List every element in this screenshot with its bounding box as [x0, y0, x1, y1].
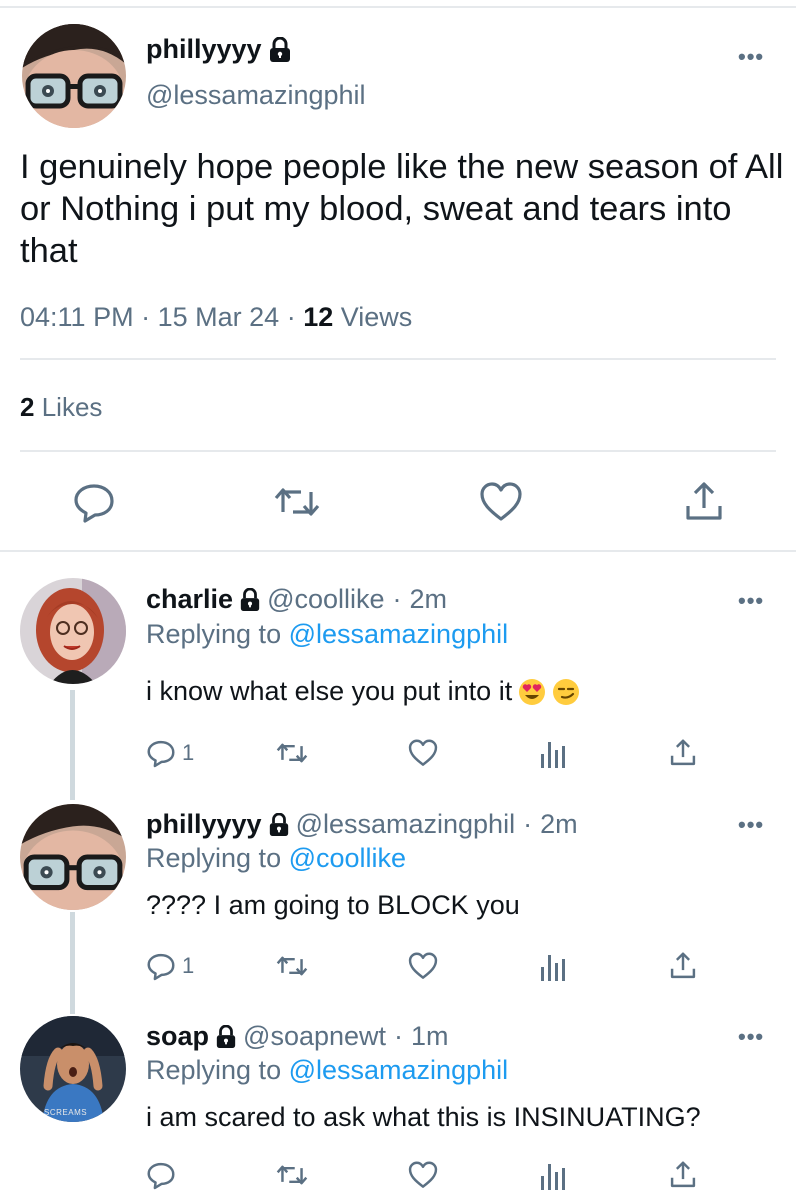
replying-to: Replying to @lessamazingphil — [146, 1055, 509, 1085]
likes-count: 2 — [20, 392, 35, 422]
reply-time[interactable]: 1m — [411, 1021, 449, 1052]
replying-to: Replying to @coollike — [146, 843, 407, 873]
reply-count: 1 — [182, 740, 195, 765]
analytics-icon[interactable] — [540, 951, 566, 981]
more-icon[interactable]: ••• — [738, 812, 764, 838]
reply-author-name[interactable]: soap — [146, 1021, 209, 1052]
reply-header: charlie @coollike · 2m — [146, 584, 448, 615]
retweet-icon[interactable] — [275, 738, 309, 768]
like-icon[interactable] — [407, 1160, 439, 1190]
reply-icon[interactable] — [72, 480, 116, 524]
tweet-time[interactable]: 04:11 PM — [20, 302, 134, 332]
reply-text: i know what else you put into it — [146, 676, 580, 707]
retweet-icon[interactable] — [273, 480, 320, 524]
like-icon[interactable] — [407, 951, 439, 981]
smirk-emoji-icon — [552, 678, 580, 706]
lock-icon — [268, 36, 292, 63]
replying-to-link[interactable]: @lessamazingphil — [289, 619, 509, 649]
tweet-text: I genuinely hope people like the new sea… — [20, 148, 784, 270]
avatar-caption: SCREAMS — [44, 1108, 88, 1117]
reply-author-handle[interactable]: @lessamazingphil — [296, 809, 516, 840]
reply-header: phillyyyy @lessamazingphil · 2m — [146, 809, 578, 840]
heart-eyes-emoji-icon — [518, 678, 546, 706]
reply-author-name[interactable]: charlie — [146, 584, 233, 615]
author-handle[interactable]: @lessamazingphil — [146, 80, 366, 111]
replying-to-link[interactable]: @lessamazingphil — [289, 1055, 509, 1085]
like-icon[interactable] — [479, 480, 523, 524]
lock-icon — [239, 587, 261, 612]
replying-to: Replying to @lessamazingphil — [146, 619, 509, 649]
reply-icon[interactable] — [146, 1160, 176, 1190]
likes-label: Likes — [41, 392, 103, 422]
tweet-metadata: 04:11 PM · 15 Mar 24 · 12 Views — [20, 302, 413, 332]
reply-author-handle[interactable]: @soapnewt — [243, 1021, 386, 1052]
avatar[interactable] — [20, 578, 126, 684]
more-icon[interactable]: ••• — [738, 1024, 764, 1050]
top-divider — [0, 6, 796, 8]
share-icon[interactable] — [668, 951, 698, 981]
lock-icon — [215, 1024, 237, 1049]
reply-time[interactable]: 2m — [540, 809, 578, 840]
reply-author-handle[interactable]: @coollike — [267, 584, 384, 615]
author-name[interactable]: phillyyyy — [146, 34, 292, 65]
tweet-date[interactable]: 15 Mar 24 — [158, 302, 280, 332]
reply-icon — [146, 738, 176, 768]
reply-icon-button[interactable]: 1 — [146, 951, 194, 981]
reply-icon-button[interactable]: 1 — [146, 738, 194, 768]
thread-line — [70, 690, 75, 800]
more-icon[interactable]: ••• — [738, 588, 764, 614]
section-divider — [0, 550, 796, 552]
author-name-text: phillyyyy — [146, 34, 262, 64]
share-icon[interactable] — [682, 480, 726, 524]
reply-text: i am scared to ask what this is INSINUAT… — [146, 1102, 701, 1132]
analytics-icon[interactable] — [540, 1160, 566, 1190]
tweet-actions — [0, 480, 796, 524]
retweet-icon[interactable] — [275, 1160, 309, 1190]
divider — [20, 358, 776, 360]
like-icon[interactable] — [407, 738, 439, 768]
reply-time[interactable]: 2m — [410, 584, 448, 615]
avatar[interactable]: SCREAMS — [20, 1016, 126, 1122]
reply-header: soap @soapnewt · 1m — [146, 1021, 449, 1052]
lock-icon — [268, 812, 290, 837]
avatar[interactable] — [20, 804, 126, 910]
reply-count: 1 — [182, 953, 195, 978]
views-count: 12 — [303, 302, 334, 332]
analytics-icon[interactable] — [540, 738, 566, 768]
reply-icon — [146, 951, 176, 981]
more-icon[interactable]: ••• — [738, 44, 764, 70]
likes-stat[interactable]: 2 Likes — [20, 392, 102, 423]
share-icon[interactable] — [668, 738, 698, 768]
divider — [20, 450, 776, 452]
views-label: Views — [340, 302, 413, 332]
reply-text: ???? I am going to BLOCK you — [146, 890, 520, 920]
retweet-icon[interactable] — [275, 951, 309, 981]
share-icon[interactable] — [668, 1160, 698, 1190]
replying-to-link[interactable]: @coollike — [289, 843, 406, 873]
reply-author-name[interactable]: phillyyyy — [146, 809, 262, 840]
avatar[interactable] — [22, 24, 126, 128]
thread-line — [70, 912, 75, 1014]
